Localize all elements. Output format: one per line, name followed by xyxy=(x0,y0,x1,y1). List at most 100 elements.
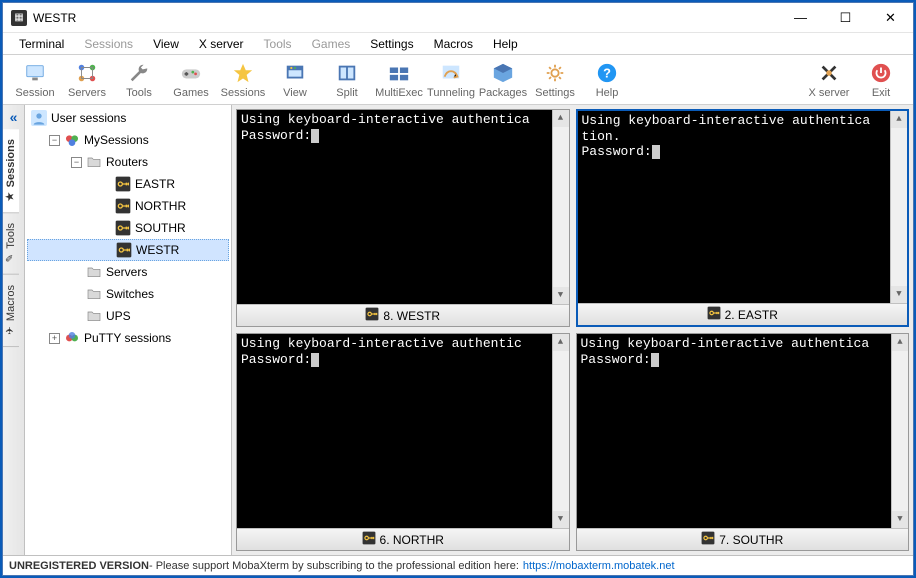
terminal-tab[interactable]: 2. EASTR xyxy=(578,303,908,325)
tree-session-northr[interactable]: NORTHR xyxy=(27,195,229,217)
menu-help[interactable]: Help xyxy=(483,34,528,54)
collapse-sidebar-button[interactable]: « xyxy=(3,105,24,129)
toolbar-multiexec-button[interactable]: MultiExec xyxy=(373,57,425,103)
maximize-button[interactable]: ☐ xyxy=(823,3,868,32)
tree-session-westr[interactable]: WESTR xyxy=(27,239,229,261)
tree-putty-sessions[interactable]: + PuTTY sessions xyxy=(27,327,229,349)
key-icon xyxy=(115,198,131,214)
toolbar-view-button[interactable]: View xyxy=(269,57,321,103)
terminal-tab[interactable]: 7. SOUTHR xyxy=(577,528,909,550)
toolbar-session-button[interactable]: Session xyxy=(9,57,61,103)
status-link[interactable]: https://mobaxterm.mobatek.net xyxy=(523,560,675,572)
toolbar-settings-button[interactable]: Settings xyxy=(529,57,581,103)
terminal-pane-2[interactable]: Using keyboard-interactive authentic Pas… xyxy=(236,333,570,551)
gamepad-icon xyxy=(179,61,203,85)
split-icon xyxy=(335,61,359,85)
menu-macros[interactable]: Macros xyxy=(424,34,483,54)
key-icon xyxy=(116,242,132,258)
scrollbar[interactable]: ▲▼ xyxy=(552,334,569,528)
user-icon xyxy=(31,110,47,126)
sessions-tree[interactable]: User sessions − MySessions − Routers EAS… xyxy=(25,105,232,555)
tree-user-sessions[interactable]: User sessions xyxy=(27,107,229,129)
app-icon: ▦ xyxy=(11,10,27,26)
collapse-icon[interactable]: − xyxy=(71,157,82,168)
toolbar: SessionServersToolsGamesSessionsViewSpli… xyxy=(3,55,913,105)
folder-icon xyxy=(86,154,102,170)
toolbar-split-button[interactable]: Split xyxy=(321,57,373,103)
help-icon xyxy=(595,61,619,85)
toolbar-servers-button[interactable]: Servers xyxy=(61,57,113,103)
terminal-output[interactable]: Using keyboard-interactive authentica ti… xyxy=(578,111,908,303)
toolbar-exit-button[interactable]: Exit xyxy=(855,57,907,103)
power-icon xyxy=(869,61,893,85)
scrollbar[interactable]: ▲▼ xyxy=(890,111,907,303)
folder-icon xyxy=(86,308,102,324)
folder-icon xyxy=(86,264,102,280)
menu-terminal[interactable]: Terminal xyxy=(9,34,74,54)
vtab-macros[interactable]: ✈Macros xyxy=(3,275,19,347)
vtab-sessions[interactable]: ★Sessions xyxy=(3,129,19,213)
tree-servers[interactable]: Servers xyxy=(27,261,229,283)
key-icon xyxy=(707,306,721,323)
expand-icon[interactable]: + xyxy=(49,333,60,344)
terminal-output[interactable]: Using keyboard-interactive authentica Pa… xyxy=(577,334,909,528)
menu-view[interactable]: View xyxy=(143,34,189,54)
toolbar-packages-button[interactable]: Packages xyxy=(477,57,529,103)
toolbar-xserver-button[interactable]: X server xyxy=(803,57,855,103)
tree-mysessions[interactable]: − MySessions xyxy=(27,129,229,151)
folder-icon xyxy=(86,286,102,302)
tree-ups[interactable]: UPS xyxy=(27,305,229,327)
terminal-output[interactable]: Using keyboard-interactive authentica Pa… xyxy=(237,110,569,304)
package-icon xyxy=(491,61,515,85)
menu-sessions: Sessions xyxy=(74,34,143,54)
tree-routers[interactable]: − Routers xyxy=(27,151,229,173)
toolbar-sessions-button[interactable]: Sessions xyxy=(217,57,269,103)
xserver-icon xyxy=(817,61,841,85)
menu-games: Games xyxy=(302,34,361,54)
sessions-icon xyxy=(64,132,80,148)
toolbar-tools-button[interactable]: Tools xyxy=(113,57,165,103)
key-icon xyxy=(701,531,715,548)
menu-tools: Tools xyxy=(254,34,302,54)
putty-icon xyxy=(64,330,80,346)
terminal-grid: Using keyboard-interactive authentica Pa… xyxy=(232,105,913,555)
menu-settings[interactable]: Settings xyxy=(360,34,423,54)
gear-icon xyxy=(543,61,567,85)
status-text: - Please support MobaXterm by subscribin… xyxy=(149,560,519,572)
terminal-pane-0[interactable]: Using keyboard-interactive authentica Pa… xyxy=(236,109,570,327)
vertical-tabs: « ★Sessions✎Tools✈Macros xyxy=(3,105,25,555)
close-button[interactable]: ✕ xyxy=(868,3,913,32)
terminal-pane-1[interactable]: Using keyboard-interactive authentica ti… xyxy=(576,109,910,327)
key-icon xyxy=(362,531,376,548)
menu-x-server[interactable]: X server xyxy=(189,34,254,54)
minimize-button[interactable]: — xyxy=(778,3,823,32)
toolbar-games-button[interactable]: Games xyxy=(165,57,217,103)
terminal-pane-3[interactable]: Using keyboard-interactive authentica Pa… xyxy=(576,333,910,551)
terminal-tab[interactable]: 6. NORTHR xyxy=(237,528,569,550)
key-icon xyxy=(115,176,131,192)
tunnel-icon xyxy=(439,61,463,85)
toolbar-tunneling-button[interactable]: Tunneling xyxy=(425,57,477,103)
monitor-icon xyxy=(23,61,47,85)
terminal-output[interactable]: Using keyboard-interactive authentic Pas… xyxy=(237,334,569,528)
star-icon xyxy=(231,61,255,85)
servers-icon xyxy=(75,61,99,85)
tree-session-eastr[interactable]: EASTR xyxy=(27,173,229,195)
menubar: TerminalSessionsViewX serverToolsGamesSe… xyxy=(3,33,913,55)
toolbar-help-button[interactable]: Help xyxy=(581,57,633,103)
status-unregistered: UNREGISTERED VERSION xyxy=(9,560,149,572)
titlebar: ▦ WESTR — ☐ ✕ xyxy=(3,3,913,33)
multi-icon xyxy=(387,61,411,85)
statusbar: UNREGISTERED VERSION - Please support Mo… xyxy=(3,555,913,575)
key-icon xyxy=(115,220,131,236)
window-title: WESTR xyxy=(33,11,76,25)
wrench-icon xyxy=(127,61,151,85)
scrollbar[interactable]: ▲▼ xyxy=(552,110,569,304)
tree-session-southr[interactable]: SOUTHR xyxy=(27,217,229,239)
collapse-icon[interactable]: − xyxy=(49,135,60,146)
terminal-tab[interactable]: 8. WESTR xyxy=(237,304,569,326)
tree-switches[interactable]: Switches xyxy=(27,283,229,305)
vtab-tools[interactable]: ✎Tools xyxy=(3,213,19,275)
scrollbar[interactable]: ▲▼ xyxy=(891,334,908,528)
view-icon xyxy=(283,61,307,85)
